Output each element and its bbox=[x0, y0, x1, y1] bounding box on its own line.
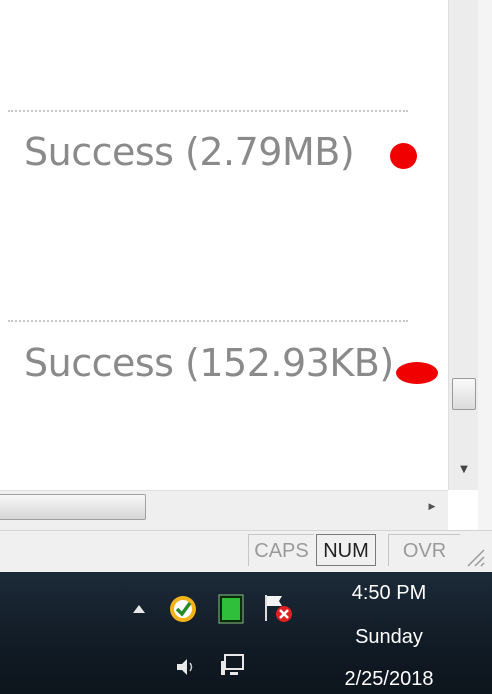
resize-grip-icon[interactable] bbox=[462, 546, 486, 568]
volume-icon[interactable] bbox=[174, 656, 196, 678]
status-text: Success (2.79MB) bbox=[24, 130, 355, 174]
content-pane: Success (2.79MB) Success (152.93KB) bbox=[0, 0, 448, 490]
row-divider bbox=[8, 110, 408, 112]
red-scribble-marker bbox=[396, 362, 438, 384]
red-dot-marker bbox=[390, 143, 417, 169]
scroll-down-arrow-icon[interactable]: ▼ bbox=[452, 458, 476, 482]
network-icon[interactable] bbox=[218, 652, 246, 680]
vertical-scrollbar[interactable] bbox=[448, 0, 479, 490]
window-edge bbox=[478, 0, 492, 570]
show-hidden-icons-arrow-icon[interactable] bbox=[132, 604, 146, 614]
clock-date[interactable]: 2/25/2018 bbox=[330, 668, 448, 691]
taskbar: 4:50 PM Sunday 2/25/2018 bbox=[0, 572, 492, 694]
scroll-right-arrow-icon[interactable]: ▶ bbox=[422, 496, 442, 518]
row-divider bbox=[8, 320, 408, 322]
action-center-flag-icon[interactable] bbox=[262, 592, 294, 626]
overwrite-indicator: OVR bbox=[388, 534, 460, 566]
clock-day[interactable]: Sunday bbox=[330, 626, 448, 649]
clock-time[interactable]: 4:50 PM bbox=[330, 582, 448, 605]
horizontal-scroll-thumb[interactable] bbox=[0, 494, 146, 520]
green-meter-icon[interactable] bbox=[218, 594, 244, 624]
security-check-icon[interactable] bbox=[168, 594, 198, 624]
num-lock-indicator: NUM bbox=[316, 534, 376, 566]
vertical-scroll-thumb[interactable] bbox=[452, 378, 476, 410]
status-text: Success (152.93KB) bbox=[24, 341, 394, 385]
caps-lock-indicator: CAPS bbox=[248, 534, 314, 566]
